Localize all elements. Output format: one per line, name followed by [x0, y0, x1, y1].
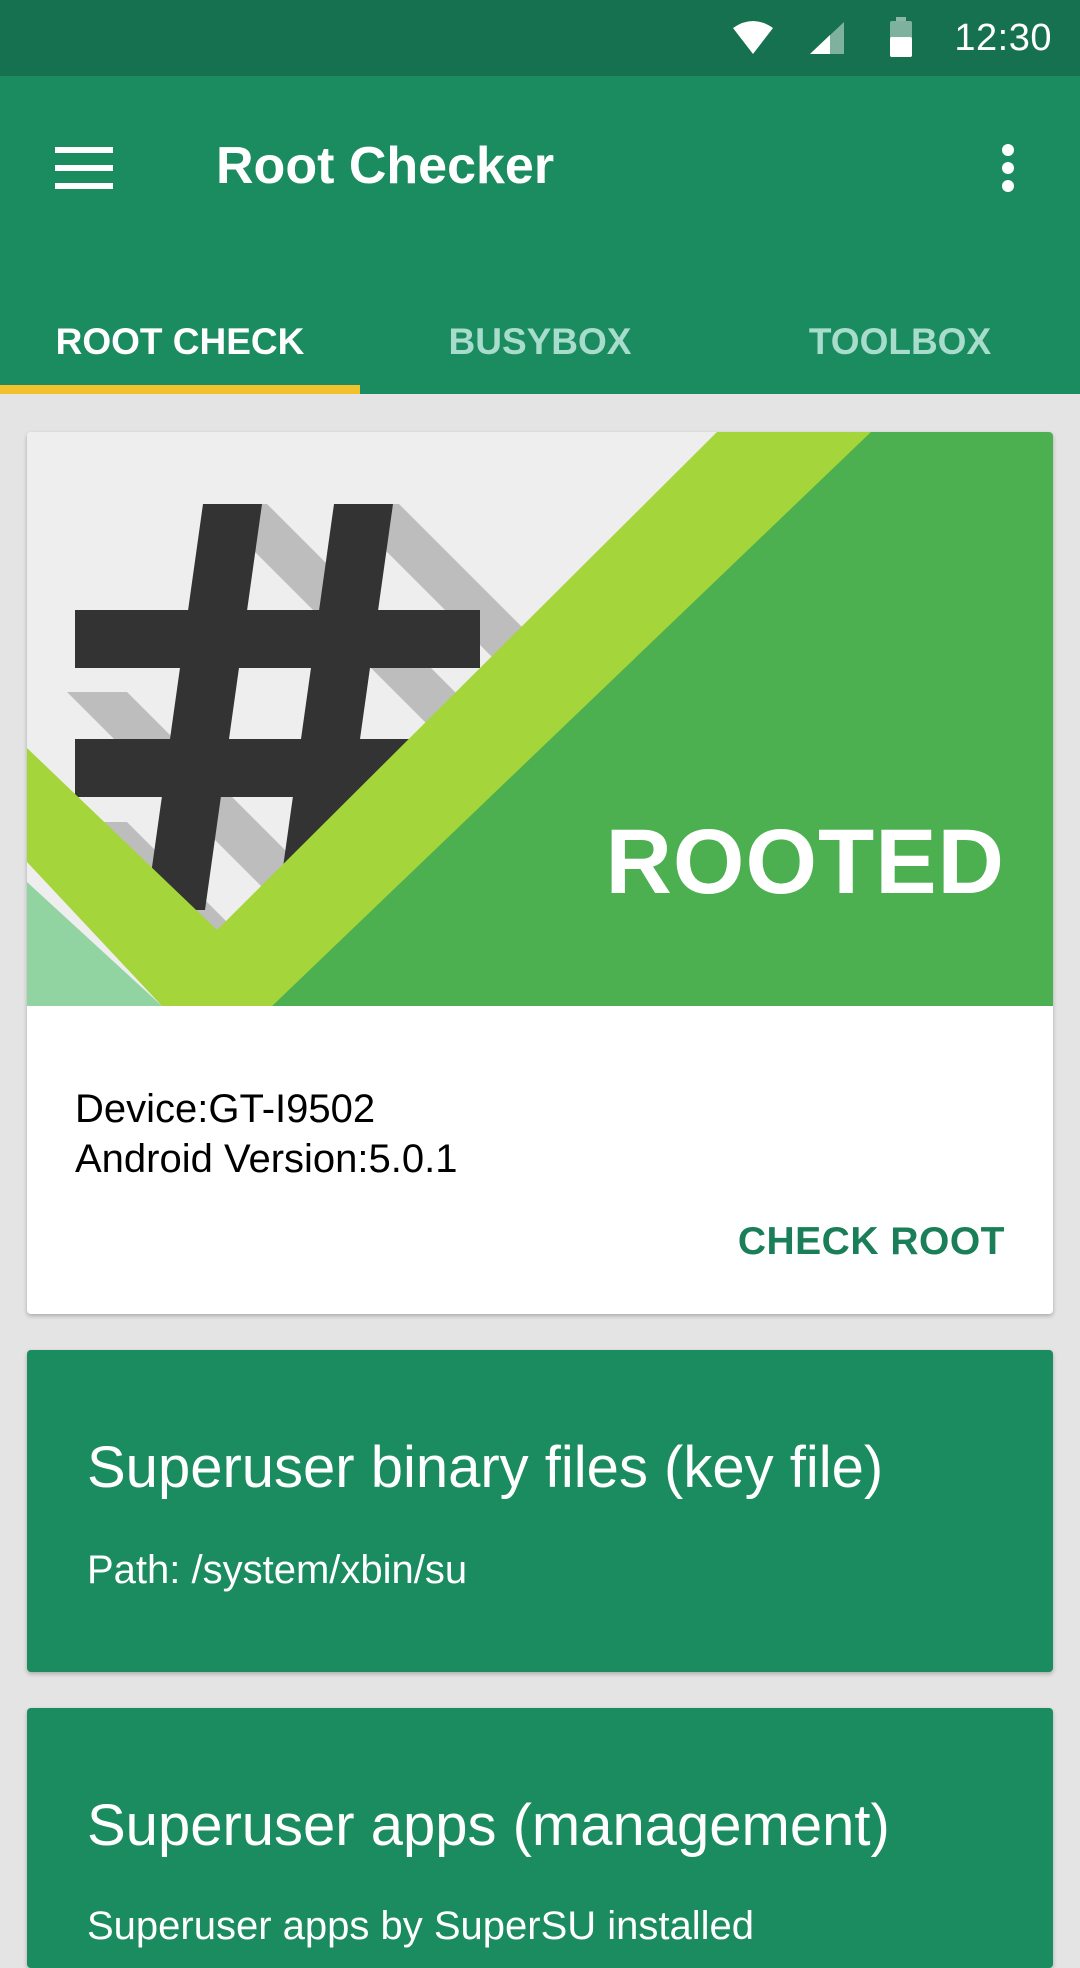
app-title: Root Checker	[216, 137, 555, 195]
root-status-label: ROOTED	[605, 811, 1005, 913]
wifi-icon	[732, 17, 774, 59]
binary-card-path: Path: /system/xbin/su	[87, 1548, 468, 1592]
app-bar: Root Checker ROOT CHECK BUSYBOX TOOLBOX	[0, 76, 1080, 394]
tab-indicator	[0, 385, 360, 394]
tab-root-check[interactable]: ROOT CHECK	[0, 290, 360, 394]
root-status-card: ROOTED Device:GT-I9502 Android Version:5…	[27, 432, 1053, 1314]
menu-button[interactable]	[44, 128, 124, 208]
apps-card-title: Superuser apps (management)	[87, 1793, 890, 1858]
tab-label: TOOLBOX	[808, 321, 992, 362]
device-model: Device:GT-I9502	[75, 1087, 376, 1131]
status-time: 12:30	[954, 16, 1052, 59]
device-info: Device:GT-I9502 Android Version:5.0.1	[75, 1084, 457, 1184]
check-root-button[interactable]: CHECK ROOT	[738, 1220, 1005, 1264]
tab-toolbox[interactable]: TOOLBOX	[720, 290, 1080, 394]
binary-card-title: Superuser binary files (key file)	[87, 1435, 884, 1500]
more-vert-icon	[1002, 144, 1014, 192]
cell-signal-icon	[806, 17, 848, 59]
tab-bar: ROOT CHECK BUSYBOX TOOLBOX	[0, 290, 1080, 394]
status-bar: 12:30	[0, 0, 1080, 76]
android-version: Android Version:5.0.1	[75, 1137, 458, 1181]
superuser-binary-card[interactable]: Superuser binary files (key file) Path: …	[27, 1350, 1053, 1672]
tab-label: BUSYBOX	[448, 321, 632, 362]
tab-label: ROOT CHECK	[55, 321, 305, 362]
tab-busybox[interactable]: BUSYBOX	[360, 290, 720, 394]
hamburger-menu-icon	[55, 147, 113, 189]
apps-card-subtitle: Superuser apps by SuperSU installed	[87, 1904, 755, 1948]
root-banner-illustration	[27, 432, 1053, 1006]
overflow-menu-button[interactable]	[980, 128, 1036, 208]
battery-icon	[880, 17, 922, 59]
superuser-apps-card[interactable]: Superuser apps (management) Superuser ap…	[27, 1708, 1053, 1968]
